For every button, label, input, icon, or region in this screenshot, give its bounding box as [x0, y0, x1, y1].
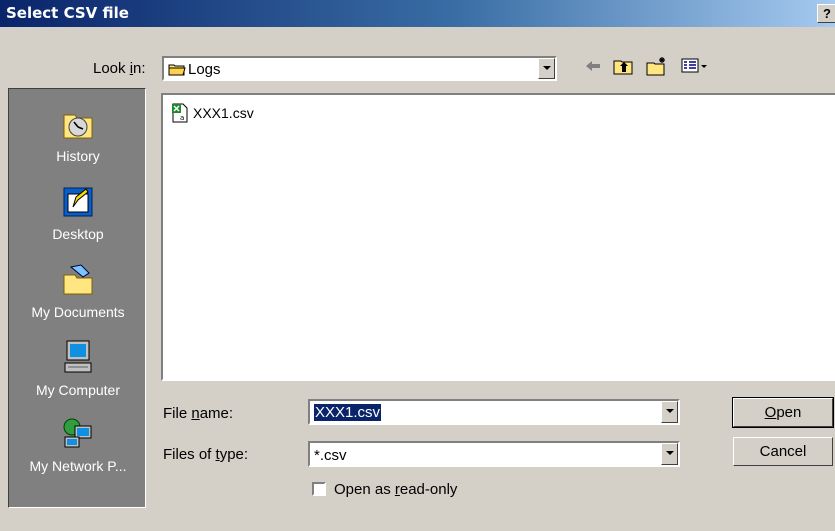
place-my-computer[interactable]: My Computer — [9, 339, 147, 398]
network-places-icon — [61, 418, 95, 454]
svg-text:a: a — [180, 114, 184, 122]
place-history[interactable]: History — [9, 107, 147, 164]
place-label: Desktop — [52, 226, 104, 242]
place-label: My Network P... — [29, 458, 127, 474]
csv-file-icon: a — [171, 103, 189, 127]
look-in-combo[interactable]: Logs — [162, 56, 557, 81]
file-type-combo[interactable]: *.csv — [308, 441, 680, 467]
place-my-network[interactable]: My Network P... — [9, 417, 147, 474]
back-arrow-icon[interactable] — [582, 55, 604, 81]
place-label: My Computer — [35, 382, 121, 398]
new-folder-icon[interactable] — [645, 55, 669, 81]
folder-icon — [168, 62, 186, 80]
look-in-value: Logs — [188, 61, 221, 78]
look-in-label: Look in: — [93, 60, 146, 77]
title-bar: Select CSV file ? — [0, 0, 835, 27]
view-menu-icon[interactable] — [680, 55, 710, 81]
file-name-field[interactable]: XXX1.csv — [308, 399, 680, 425]
read-only-label: Open as read-only — [334, 481, 458, 498]
help-button[interactable]: ? — [817, 4, 835, 23]
file-type-dropdown-button[interactable] — [661, 443, 678, 465]
place-label: History — [56, 148, 100, 164]
my-computer-icon — [61, 340, 95, 378]
file-name-label: File name: — [163, 405, 234, 422]
read-only-checkbox[interactable] — [312, 482, 326, 496]
place-label: My Documents — [31, 304, 125, 320]
desktop-icon — [61, 187, 95, 222]
window-title: Select CSV file — [6, 4, 129, 22]
cancel-button[interactable]: Cancel — [733, 437, 833, 466]
open-button[interactable]: Open — [732, 397, 834, 428]
file-type-value: *.csv — [314, 447, 347, 464]
file-list[interactable]: a XXX1.csv — [161, 93, 835, 381]
my-documents-icon — [61, 264, 95, 300]
file-type-label: Files of type: — [163, 446, 249, 463]
places-bar: History Desktop My Documents My Computer… — [8, 88, 146, 508]
history-icon — [61, 114, 95, 144]
up-folder-icon[interactable] — [612, 55, 636, 81]
place-desktop[interactable]: Desktop — [9, 185, 147, 242]
file-name: XXX1.csv — [193, 105, 254, 121]
look-in-dropdown-button[interactable] — [538, 58, 555, 79]
file-name-value: XXX1.csv — [314, 404, 382, 421]
place-my-documents[interactable]: My Documents — [9, 263, 147, 320]
file-name-dropdown-button[interactable] — [661, 401, 678, 423]
